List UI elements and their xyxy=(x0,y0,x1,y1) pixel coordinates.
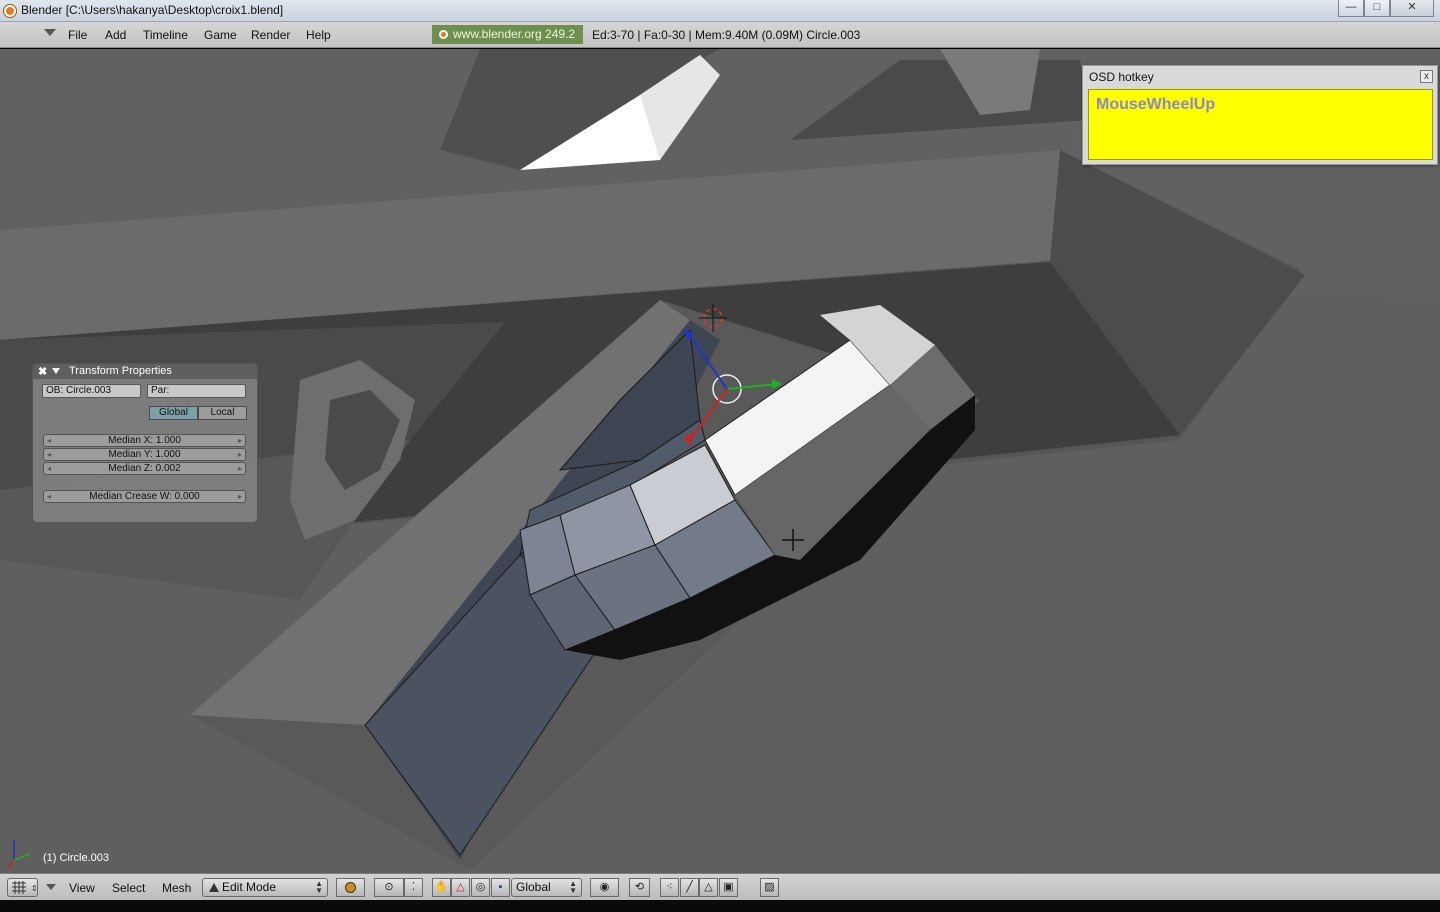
hand-icon: ✋ xyxy=(434,881,449,893)
menu-game[interactable]: Game xyxy=(204,28,237,42)
grid-icon: ⇕ xyxy=(12,881,38,894)
global-toggle[interactable]: Global xyxy=(149,406,198,420)
window-type-dropdown-icon[interactable] xyxy=(44,29,56,36)
osd-key-panel: MouseWheelUp xyxy=(1088,89,1433,160)
menu-select[interactable]: Select xyxy=(112,881,145,895)
pivot-icon: ⊙ xyxy=(384,881,394,893)
3d-view-header: ⇕ View Select Mesh Edit Mode ▲ ▼ ⊙ ⁚ ✋ △ … xyxy=(0,873,1440,900)
osd-close-button[interactable]: x xyxy=(1420,70,1433,83)
close-button[interactable]: ✕ xyxy=(1390,0,1434,17)
decrement-arrow-icon[interactable]: ◂ xyxy=(47,463,51,474)
updown-arrow-icon: ▲ ▼ xyxy=(569,879,577,895)
median-x-label: Median X: 1.000 xyxy=(108,435,181,446)
menu-add[interactable]: Add xyxy=(105,28,126,42)
median-x-field[interactable]: ◂ Median X: 1.000 ▸ xyxy=(43,434,246,447)
increment-arrow-icon[interactable]: ▸ xyxy=(238,491,242,502)
translate-triangle-icon: △ xyxy=(456,881,465,893)
updown-arrow-icon: ▲ ▼ xyxy=(315,879,323,895)
median-y-label: Median Y: 1.000 xyxy=(108,449,181,460)
menu-help[interactable]: Help xyxy=(306,28,331,42)
rotate-button[interactable]: ◎ xyxy=(471,878,490,897)
increment-arrow-icon[interactable]: ▸ xyxy=(238,463,242,474)
window-title: Blender [C:\Users\hakanya\Desktop\croix1… xyxy=(21,3,284,17)
median-crease-label: Median Crease W: 0.000 xyxy=(89,491,200,502)
proportional-icon: ◉ xyxy=(599,881,610,893)
panel-close-icon[interactable]: ✖ xyxy=(38,365,47,378)
object-name-field[interactable]: OB: Circle.003 xyxy=(42,384,141,398)
increment-arrow-icon[interactable]: ▸ xyxy=(238,449,242,460)
menu-timeline[interactable]: Timeline xyxy=(143,28,188,42)
edge-select-button[interactable]: ╱ xyxy=(680,878,699,897)
info-header: File Add Timeline Game Render Help www.b… xyxy=(0,22,1440,48)
scale-button[interactable]: ▪ xyxy=(491,878,510,897)
render-icon: ▨ xyxy=(764,881,775,893)
blender-org-link[interactable]: www.blender.org 249.2 xyxy=(432,25,583,44)
minimize-button[interactable]: — xyxy=(1338,0,1364,17)
decrement-arrow-icon[interactable]: ◂ xyxy=(47,491,51,502)
decrement-arrow-icon[interactable]: ◂ xyxy=(47,435,51,446)
mode-label: Edit Mode xyxy=(222,880,277,894)
osd-title: OSD hotkey xyxy=(1089,70,1154,84)
local-toggle[interactable]: Local xyxy=(198,406,247,420)
transform-orientation-selector[interactable]: Global ▲ ▼ xyxy=(511,878,582,897)
proportional-edit-button[interactable]: ◉ xyxy=(590,878,619,897)
window-controls: — □ ✕ xyxy=(1338,0,1434,18)
snap-button[interactable]: ⟲ xyxy=(629,878,650,897)
orientation-label: Global xyxy=(516,880,551,894)
editor-type-button[interactable]: ⇕ xyxy=(7,878,38,897)
site-label: www.blender.org 249.2 xyxy=(453,27,576,41)
menu-mesh[interactable]: Mesh xyxy=(162,881,191,895)
vertex-select-button[interactable]: ⁖ xyxy=(660,878,679,897)
blender-app-icon xyxy=(4,5,16,17)
menu-file[interactable]: File xyxy=(68,28,87,42)
blender-logo-icon xyxy=(439,30,448,39)
mode-selector[interactable]: Edit Mode ▲ ▼ xyxy=(202,878,328,897)
median-y-field[interactable]: ◂ Median Y: 1.000 ▸ xyxy=(43,448,246,461)
menu-collapse-icon[interactable] xyxy=(46,884,56,890)
active-object-label: (1) Circle.003 xyxy=(43,852,110,864)
vertex-select-icon: ⁖ xyxy=(666,881,673,893)
menu-render[interactable]: Render xyxy=(251,28,290,42)
panel-collapse-icon[interactable] xyxy=(52,368,60,374)
scene-stats: Ed:3-70 | Fa:0-30 | Mem:9.40M (0.09M) Ci… xyxy=(592,28,861,42)
rotate-circle-icon: ◎ xyxy=(475,881,486,893)
maximize-button[interactable]: □ xyxy=(1364,0,1390,17)
scale-square-icon: ▪ xyxy=(498,881,503,893)
limit-selection-button[interactable]: ▣ xyxy=(719,878,738,897)
osd-hotkey-window: OSD hotkey x MouseWheelUp xyxy=(1082,65,1438,165)
median-crease-field[interactable]: ◂ Median Crease W: 0.000 ▸ xyxy=(43,490,246,503)
face-select-button[interactable]: △ xyxy=(699,878,718,897)
parent-field[interactable]: Par: xyxy=(147,384,246,398)
panel-title: Transform Properties xyxy=(69,365,172,377)
edit-mode-icon xyxy=(209,883,219,892)
transform-properties-panel: ✖ Transform Properties OB: Circle.003 Pa… xyxy=(33,364,257,522)
median-z-label: Median Z: 0.002 xyxy=(108,463,181,474)
render-preview-button[interactable]: ▨ xyxy=(760,878,779,897)
screen-bottom-strip xyxy=(0,900,1440,912)
manipulator-toggle[interactable]: ⁚ xyxy=(404,878,423,897)
median-z-field[interactable]: ◂ Median Z: 0.002 ▸ xyxy=(43,462,246,475)
draw-type-button[interactable] xyxy=(336,878,365,897)
manipulator-icon: ⁚ xyxy=(411,881,416,893)
window-titlebar: Blender [C:\Users\hakanya\Desktop\croix1… xyxy=(0,0,1440,22)
pivot-button[interactable]: ⊙ xyxy=(374,878,404,897)
decrement-arrow-icon[interactable]: ◂ xyxy=(47,449,51,460)
panel-header[interactable]: ✖ Transform Properties xyxy=(33,364,257,379)
increment-arrow-icon[interactable]: ▸ xyxy=(238,435,242,446)
face-select-icon: △ xyxy=(704,881,713,893)
osd-key-label: MouseWheelUp xyxy=(1096,96,1216,113)
menu-view[interactable]: View xyxy=(69,881,95,895)
edge-select-icon: ╱ xyxy=(686,881,693,893)
svg-text:⇕: ⇕ xyxy=(31,884,37,893)
snap-icon: ⟲ xyxy=(634,881,645,893)
translate-button[interactable]: △ xyxy=(451,878,470,897)
cube-icon: ▣ xyxy=(723,881,734,893)
solid-sphere-icon xyxy=(345,882,356,893)
hand-tool-button[interactable]: ✋ xyxy=(432,878,451,897)
